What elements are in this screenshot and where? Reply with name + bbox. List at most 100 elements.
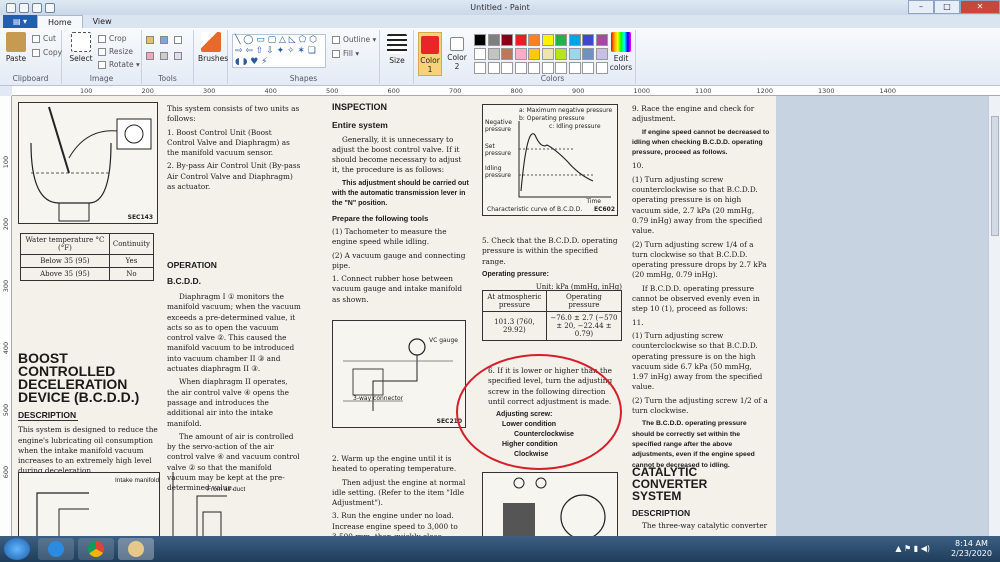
test-figure: SEC143 (18, 102, 158, 224)
paragraph: 10. (632, 161, 644, 171)
palette-swatch[interactable] (541, 34, 554, 46)
palette-swatch[interactable] (555, 48, 567, 60)
palette-swatch-empty[interactable] (595, 62, 608, 74)
resize-button[interactable]: Resize (98, 47, 133, 56)
ruler-tick-label: 600 (387, 87, 400, 95)
fill-button[interactable]: Fill ▾ (332, 49, 359, 58)
palette-swatch[interactable] (528, 48, 540, 60)
save-icon[interactable] (19, 2, 29, 13)
palette-swatch-empty[interactable] (487, 62, 500, 74)
start-button[interactable] (4, 538, 30, 560)
maximize-button[interactable]: □ (934, 0, 960, 14)
palette-swatch[interactable] (528, 34, 540, 46)
palette-swatch[interactable] (541, 48, 554, 60)
taskbar-paint[interactable] (118, 538, 154, 560)
clock-date: 2/23/2020 (950, 549, 992, 558)
palette-swatch[interactable] (582, 48, 594, 60)
y-label-negative: Negative pressure (485, 119, 512, 133)
color2-button[interactable]: Color 2 (445, 32, 469, 71)
crop-button[interactable]: Crop (98, 34, 127, 43)
palette-swatch[interactable] (501, 48, 513, 60)
palette-swatch[interactable] (501, 34, 513, 46)
palette-swatch[interactable] (595, 48, 608, 60)
network-icon[interactable]: ▮ (914, 544, 918, 553)
scanned-manual-page[interactable]: SEC143 Water temperature °C (°F) Continui… (12, 96, 776, 536)
eraser-icon[interactable] (146, 52, 154, 60)
cut-button[interactable]: Cut (32, 34, 56, 43)
palette-swatch-empty[interactable] (514, 62, 527, 74)
tab-view[interactable]: View (83, 15, 122, 28)
magnifier-icon[interactable] (174, 52, 182, 60)
paragraph: This system consists of two units as fol… (167, 104, 300, 124)
rotate-button[interactable]: Rotate ▾ (98, 60, 140, 69)
palette-swatch[interactable] (595, 34, 608, 46)
legend-a: a: Maximum negative pressure (519, 107, 613, 114)
pencil-icon[interactable] (146, 36, 154, 44)
palette-swatch[interactable] (568, 48, 581, 60)
taskbar-chrome[interactable] (78, 538, 114, 560)
ribbon: Paste Cut Copy Clipboard Select Crop Res… (0, 28, 1000, 86)
palette-swatch[interactable] (568, 34, 581, 46)
palette-swatch-empty[interactable] (541, 62, 554, 74)
scroll-thumb[interactable] (991, 116, 999, 236)
palette-swatch-empty[interactable] (501, 62, 513, 74)
taskbar-ie[interactable] (38, 538, 74, 560)
palette-swatch[interactable] (514, 34, 527, 46)
redo-icon[interactable] (45, 2, 55, 13)
table-header: At atmospheric pressure (482, 290, 547, 312)
close-button[interactable]: ✕ (960, 0, 1000, 14)
shapes-gallery[interactable]: ╲ ◯ ▭ ▢ △ ◺ ⬠ ⬡ ⇨ ⇦ ⇧ ⇩ ✦ ✧ ✶ ❏ ◖ ◗ ♥ ⚡ (232, 34, 326, 68)
flag-icon[interactable]: ⚑ (904, 544, 911, 553)
color-picker-icon[interactable] (160, 52, 168, 60)
undo-icon[interactable] (32, 2, 42, 13)
file-menu-button[interactable]: ▤ ▾ (3, 15, 37, 28)
palette-swatch[interactable] (514, 48, 527, 60)
palette-swatch[interactable] (487, 34, 500, 46)
fill-bucket-icon[interactable] (160, 36, 168, 44)
line-size-icon (387, 34, 407, 54)
internet-explorer-icon (48, 541, 64, 557)
image-group: Select Crop Resize Rotate ▾ Image (62, 30, 142, 84)
outline-button[interactable]: Outline ▾ (332, 35, 376, 44)
palette-swatch[interactable] (474, 48, 486, 60)
operating-pressure-table: At atmospheric pressure Operating pressur… (482, 290, 623, 341)
time-label: Time (586, 198, 601, 205)
copy-button[interactable]: Copy (32, 48, 62, 57)
entire-system-heading: Entire system (332, 120, 388, 131)
brushes-button[interactable]: Brushes (198, 32, 228, 63)
palette-swatch-empty[interactable] (582, 62, 594, 74)
vertical-scrollbar[interactable] (988, 96, 1000, 536)
resize-label: Resize (109, 47, 134, 56)
paste-button[interactable]: Paste (4, 32, 28, 63)
palette-swatch[interactable] (487, 48, 500, 60)
tab-home[interactable]: Home (37, 15, 83, 28)
palette-swatch[interactable] (555, 34, 567, 46)
minimize-button[interactable]: – (908, 0, 934, 14)
prepare-tools-heading: Prepare the following tools (332, 213, 429, 223)
select-button[interactable]: Select (68, 32, 94, 63)
color1-swatch (421, 36, 439, 54)
ruler-tick-label: 400 (2, 341, 11, 355)
clock[interactable]: 8:14 AM 2/23/2020 (951, 539, 992, 559)
paragraph: (1) Tachometer to measure the engine spe… (332, 226, 447, 247)
screw-figure (482, 472, 618, 536)
text-icon[interactable] (174, 36, 182, 44)
edit-colors-icon (611, 32, 631, 52)
edit-colors-button[interactable]: Edit colors (608, 32, 634, 72)
paragraph: 3. Run the engine under no load. Increas… (332, 511, 458, 536)
paint-app-icon[interactable] (6, 2, 16, 13)
color1-button[interactable]: Color 1 (418, 32, 442, 76)
operation-heading: OPERATION (167, 260, 217, 271)
canvas-area[interactable]: SEC143 Water temperature °C (°F) Continui… (12, 96, 988, 536)
paragraph: 1. Connect rubber hose between vacuum ga… (332, 274, 463, 304)
volume-icon[interactable]: ◀) (921, 544, 930, 553)
palette-swatch-empty[interactable] (555, 62, 567, 74)
arrow-up-icon[interactable]: ▲ (895, 544, 901, 553)
palette-swatch-empty[interactable] (474, 62, 486, 74)
palette-swatch[interactable] (474, 34, 486, 46)
palette-swatch-empty[interactable] (528, 62, 540, 74)
ruler-tick-label: 100 (80, 87, 93, 95)
palette-swatch-empty[interactable] (568, 62, 581, 74)
size-button[interactable]: Size (385, 34, 409, 65)
palette-swatch[interactable] (582, 34, 594, 46)
